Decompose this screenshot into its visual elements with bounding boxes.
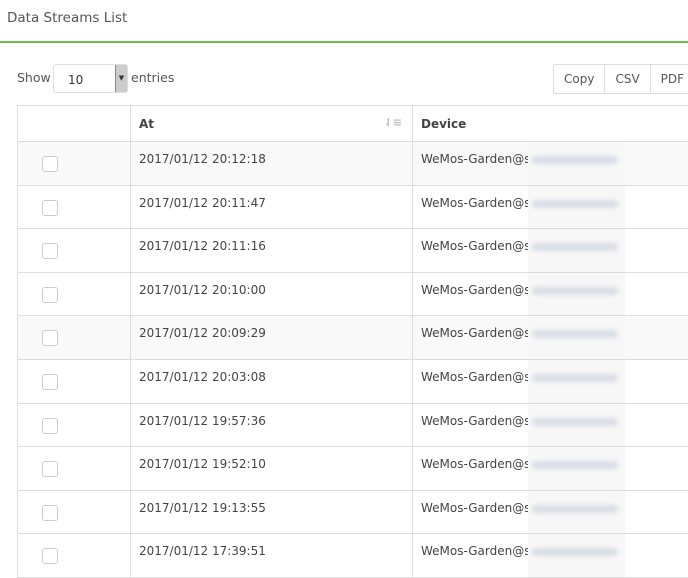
row-checkbox[interactable]	[42, 243, 58, 259]
table-row[interactable]: 2017/01/12 19:52:10 WeMos-Garden@s	[18, 447, 688, 491]
at-cell: 2017/01/12 20:12:18	[131, 142, 413, 186]
table-row[interactable]: 2017/01/12 19:13:55 WeMos-Garden@s	[18, 490, 688, 534]
row-checkbox[interactable]	[42, 156, 58, 172]
device-name: WeMos-Garden@s	[421, 501, 531, 515]
device-cell: WeMos-Garden@s	[413, 272, 688, 316]
select-cell	[18, 185, 131, 229]
select-column-header[interactable]	[18, 106, 131, 142]
row-checkbox[interactable]	[42, 418, 58, 434]
redacted-region	[528, 404, 625, 447]
row-checkbox[interactable]	[42, 505, 58, 521]
device-name: WeMos-Garden@s	[421, 196, 531, 210]
table-row[interactable]: 2017/01/12 20:11:16 WeMos-Garden@s	[18, 229, 688, 273]
table-row[interactable]: 2017/01/12 20:12:18 WeMos-Garden@s	[18, 142, 688, 186]
entries-per-page-select[interactable]: 10 ▼	[53, 64, 128, 93]
redacted-region	[528, 447, 625, 490]
table-row[interactable]: 2017/01/12 20:03:08 WeMos-Garden@s	[18, 359, 688, 403]
row-checkbox[interactable]	[42, 548, 58, 564]
device-cell: WeMos-Garden@s	[413, 185, 688, 229]
entries-value: 10	[68, 73, 83, 87]
at-cell: 2017/01/12 19:13:55	[131, 490, 413, 534]
row-checkbox[interactable]	[42, 461, 58, 477]
device-cell: WeMos-Garden@s	[413, 447, 688, 491]
select-cell	[18, 490, 131, 534]
device-name: WeMos-Garden@s	[421, 457, 531, 471]
at-cell: 2017/01/12 20:09:29	[131, 316, 413, 360]
device-name: WeMos-Garden@s	[421, 283, 531, 297]
redacted-region	[528, 142, 625, 185]
at-header-label: At	[139, 117, 154, 131]
device-name: WeMos-Garden@s	[421, 239, 531, 253]
device-cell: WeMos-Garden@s	[413, 490, 688, 534]
device-cell: WeMos-Garden@s	[413, 534, 688, 578]
row-checkbox[interactable]	[42, 287, 58, 303]
table-row[interactable]: 2017/01/12 19:57:36 WeMos-Garden@s	[18, 403, 688, 447]
page-title: Data Streams List	[7, 10, 127, 26]
redacted-region	[528, 534, 625, 577]
device-cell: WeMos-Garden@s	[413, 142, 688, 186]
chevron-down-icon: ▼	[115, 65, 127, 92]
row-checkbox[interactable]	[42, 200, 58, 216]
table-row[interactable]: 2017/01/12 20:09:29 WeMos-Garden@s	[18, 316, 688, 360]
redacted-region	[528, 316, 625, 359]
device-name: WeMos-Garden@s	[421, 152, 531, 166]
device-name: WeMos-Garden@s	[421, 370, 531, 384]
device-cell: WeMos-Garden@s	[413, 316, 688, 360]
select-cell	[18, 229, 131, 273]
device-cell: WeMos-Garden@s	[413, 229, 688, 273]
device-name: WeMos-Garden@s	[421, 414, 531, 428]
entries-label: entries	[131, 70, 174, 85]
title-divider	[0, 41, 688, 43]
select-cell	[18, 534, 131, 578]
table-row[interactable]: 2017/01/12 20:11:47 WeMos-Garden@s	[18, 185, 688, 229]
select-cell	[18, 403, 131, 447]
at-cell: 2017/01/12 19:57:36	[131, 403, 413, 447]
table-row[interactable]: 2017/01/12 17:39:51 WeMos-Garden@s	[18, 534, 688, 578]
redacted-region	[528, 360, 625, 403]
at-cell: 2017/01/12 20:03:08	[131, 359, 413, 403]
at-column-header[interactable]: At ⇃≡	[131, 106, 413, 142]
redacted-region	[528, 273, 625, 316]
redacted-region	[528, 491, 625, 534]
at-cell: 2017/01/12 20:11:16	[131, 229, 413, 273]
device-name: WeMos-Garden@s	[421, 544, 531, 558]
show-label: Show	[17, 70, 51, 85]
row-checkbox[interactable]	[42, 330, 58, 346]
select-cell	[18, 359, 131, 403]
row-checkbox[interactable]	[42, 374, 58, 390]
device-column-header[interactable]: Device	[413, 106, 688, 142]
at-cell: 2017/01/12 19:52:10	[131, 447, 413, 491]
sort-desc-icon[interactable]: ⇃≡	[384, 116, 402, 129]
select-cell	[18, 316, 131, 360]
redacted-region	[528, 186, 625, 229]
export-buttons: Copy CSV PDF	[553, 64, 688, 94]
pdf-button[interactable]: PDF	[650, 65, 688, 93]
device-cell: WeMos-Garden@s	[413, 403, 688, 447]
copy-button[interactable]: Copy	[554, 65, 604, 93]
at-cell: 2017/01/12 17:39:51	[131, 534, 413, 578]
select-cell	[18, 447, 131, 491]
data-streams-table: At ⇃≡ Device 2017/01/12 20:12:18 WeMos-Ga…	[17, 105, 688, 578]
device-name: WeMos-Garden@s	[421, 326, 531, 340]
select-cell	[18, 142, 131, 186]
redacted-region	[528, 229, 625, 272]
csv-button[interactable]: CSV	[604, 65, 649, 93]
at-cell: 2017/01/12 20:11:47	[131, 185, 413, 229]
device-cell: WeMos-Garden@s	[413, 359, 688, 403]
table-row[interactable]: 2017/01/12 20:10:00 WeMos-Garden@s	[18, 272, 688, 316]
select-cell	[18, 272, 131, 316]
at-cell: 2017/01/12 20:10:00	[131, 272, 413, 316]
